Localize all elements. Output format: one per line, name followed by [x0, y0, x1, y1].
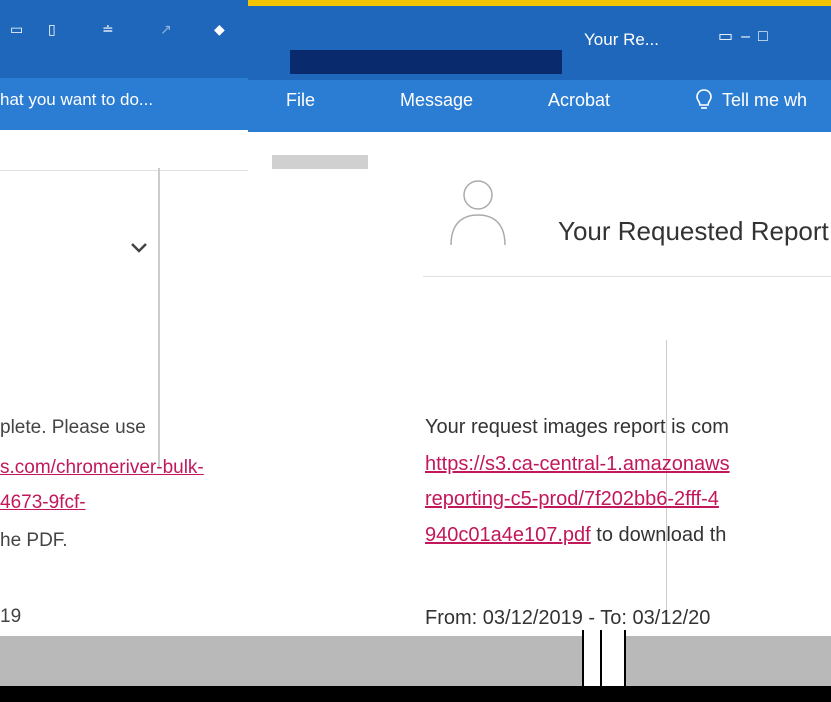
left-body-link[interactable]: 4673-9fcf-: [0, 492, 86, 514]
background-message-window: ▭ ▯ ≐ ↗ ◆ hat you want to do... plete. P…: [0, 0, 248, 702]
left-toolbar: [0, 130, 248, 171]
minimize-icon[interactable]: –: [741, 28, 758, 45]
tab-acrobat[interactable]: Acrobat: [548, 90, 610, 111]
undo-icon[interactable]: ▯: [48, 22, 56, 36]
redo-icon[interactable]: ≐: [102, 22, 114, 36]
window-resize-handle[interactable]: [582, 630, 626, 686]
screen-bottom-edge: [0, 686, 831, 702]
tell-me-box[interactable]: Tell me wh: [722, 90, 807, 111]
taskbar: [0, 636, 831, 686]
message-body-line: Your request images report is com: [425, 416, 729, 438]
pin-icon[interactable]: ◆: [214, 22, 225, 36]
toolbar-control[interactable]: [272, 155, 368, 169]
report-link[interactable]: 940c01a4e107.pdf: [425, 524, 591, 546]
message-subject: Your Requested Report: [558, 216, 829, 246]
message-window: Your Re... ▭–□ File Message Acrobat Tell…: [248, 0, 831, 702]
left-quick-access-toolbar: ▭ ▯ ≐ ↗ ◆: [0, 0, 248, 78]
date-range-line: From: 03/12/2019 - To: 03/12/20: [425, 607, 711, 629]
maximize-icon[interactable]: □: [758, 28, 776, 45]
chevron-down-icon[interactable]: [128, 236, 150, 258]
redacted-block: [290, 50, 562, 74]
window-controls[interactable]: ▭–□: [718, 26, 776, 46]
left-pane-divider: [158, 168, 160, 468]
report-link[interactable]: https://s3.ca-central-1.amazonaws: [425, 453, 730, 476]
left-body-link[interactable]: s.com/chromeriver-bulk-: [0, 457, 204, 479]
left-body-line: plete. Please use: [0, 417, 146, 438]
left-body-line: 19: [0, 606, 22, 627]
link-suffix-text: to download th: [590, 524, 727, 546]
message-body-line: 940c01a4e107.pdf to download th: [425, 524, 726, 547]
avatar-icon: [450, 180, 506, 245]
left-body-line: he PDF.: [0, 530, 68, 551]
handle-grip: [600, 630, 602, 686]
left-tell-me-box[interactable]: hat you want to do...: [0, 90, 153, 110]
header-divider: [423, 276, 831, 277]
lightbulb-icon[interactable]: [694, 88, 714, 112]
forward-icon[interactable]: ↗: [160, 22, 172, 36]
report-link[interactable]: reporting-c5-prod/7f202bb6-2fff-4: [425, 488, 719, 511]
ribbon-display-icon[interactable]: ▭: [718, 28, 741, 45]
save-icon[interactable]: ▭: [10, 22, 23, 36]
tab-file[interactable]: File: [286, 90, 315, 111]
tab-message[interactable]: Message: [400, 90, 473, 111]
window-title: Your Re...: [584, 30, 659, 49]
accent-strip: [248, 0, 831, 6]
